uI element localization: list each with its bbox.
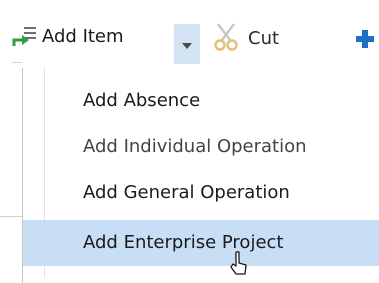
chevron-down-icon [182, 43, 192, 49]
menu-item-add-general-operation[interactable]: Add General Operation [23, 170, 379, 216]
menu-item-label: Add Enterprise Project [83, 232, 284, 253]
page-divider [0, 216, 22, 217]
menu-item-label: Add General Operation [83, 182, 290, 203]
add-item-icon [10, 22, 40, 52]
add-item-button[interactable]: Add Item [10, 22, 124, 52]
toolbar-divider [12, 62, 22, 63]
plus-icon[interactable] [356, 30, 374, 48]
menu-item-add-enterprise-project[interactable]: Add Enterprise Project [23, 220, 379, 266]
add-item-label: Add Item [42, 26, 124, 47]
menu-item-label: Add Absence [83, 90, 201, 111]
menu-item-add-absence[interactable]: Add Absence [23, 78, 379, 124]
toolbar: Add Item Cut [0, 0, 379, 68]
cut-label: Cut [248, 28, 280, 49]
menu-item-add-individual-operation[interactable]: Add Individual Operation [23, 124, 379, 170]
mouse-cursor-icon [228, 250, 250, 278]
menu-item-label: Add Individual Operation [83, 136, 307, 157]
scissors-icon [212, 22, 240, 56]
add-item-dropdown-button[interactable] [174, 24, 200, 64]
cut-button[interactable]: Cut [212, 22, 280, 56]
